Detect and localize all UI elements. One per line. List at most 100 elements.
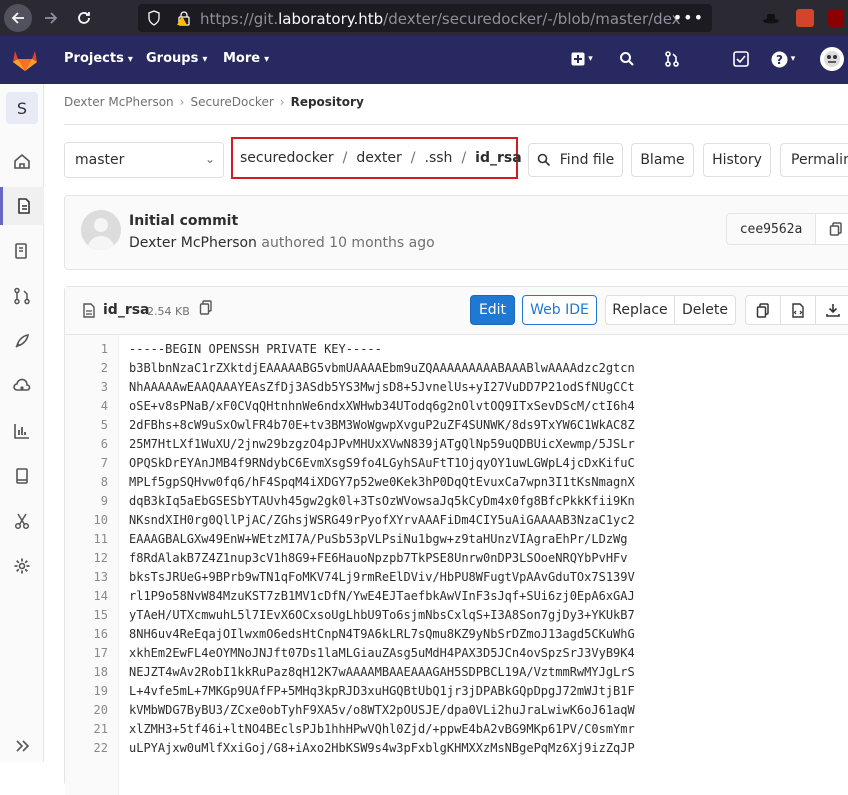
replace-button[interactable]: Replace	[605, 295, 675, 325]
line-number[interactable]: 21	[68, 722, 108, 736]
default-avatar-icon	[81, 210, 121, 250]
line-number[interactable]: 1	[68, 342, 108, 356]
sidebar-item-settings[interactable]	[0, 547, 44, 585]
line-number[interactable]: 22	[68, 741, 108, 755]
code-line: OPQSkDrEYAnJMB4f9RNdybC6EvmXsgS9fo4LGyhS…	[129, 456, 635, 470]
sidebar-item-operations[interactable]	[0, 367, 44, 405]
merge-requests-button[interactable]	[656, 49, 688, 69]
commit-author[interactable]: Dexter McPherson	[129, 235, 257, 251]
sidebar-item-project[interactable]	[0, 142, 44, 180]
delete-button[interactable]: Delete	[674, 295, 736, 325]
project-avatar[interactable]: S	[6, 92, 38, 124]
edit-button[interactable]: Edit	[470, 295, 515, 325]
line-number[interactable]: 19	[68, 684, 108, 698]
breadcrumb-current[interactable]: Repository	[291, 95, 364, 109]
back-button[interactable]	[4, 4, 32, 32]
copy-contents-button[interactable]	[745, 295, 781, 325]
sidebar-collapse-toggle[interactable]	[0, 731, 44, 761]
commit-title[interactable]: Initial commit	[129, 213, 238, 229]
lock-warning-icon[interactable]	[176, 10, 192, 26]
file-name: id_rsa	[103, 302, 150, 318]
code-line: f8RdAlakB7Z4Z1nup3cV1h8G9+FE6HauoNpzpb7T…	[129, 551, 628, 565]
commit-sha[interactable]: cee9562a	[726, 213, 816, 245]
scissors-icon	[14, 513, 30, 530]
commit-meta: authored 10 months ago	[261, 235, 435, 251]
code-line: MPLf5gpSQHvw0fq6/hF4SpqM4iXDGY7p52we0Kek…	[129, 475, 635, 489]
line-number[interactable]: 6	[68, 437, 108, 451]
line-number[interactable]: 8	[68, 475, 108, 489]
url-text[interactable]: https://git.laboratory.htb/dexter/secure…	[200, 10, 680, 28]
file-header: id_rsa 2.54 KB Edit Web IDE Replace Dele…	[65, 287, 848, 335]
line-number[interactable]: 20	[68, 703, 108, 717]
line-number[interactable]: 11	[68, 532, 108, 546]
sidebar-item-merge-requests[interactable]	[0, 277, 44, 315]
web-ide-button[interactable]: Web IDE	[522, 295, 597, 325]
author-avatar[interactable]	[81, 210, 121, 250]
line-number[interactable]: 16	[68, 627, 108, 641]
gitlab-logo-icon[interactable]	[12, 48, 38, 72]
url-bar[interactable]: https://git.laboratory.htb/dexter/secure…	[138, 4, 712, 32]
line-number[interactable]: 2	[68, 361, 108, 375]
line-number[interactable]: 3	[68, 380, 108, 394]
sidebar-item-wiki[interactable]	[0, 457, 44, 495]
line-number[interactable]: 5	[68, 418, 108, 432]
line-number[interactable]: 15	[68, 608, 108, 622]
ublock-extension-icon[interactable]	[828, 9, 844, 27]
forward-button[interactable]	[37, 4, 65, 32]
line-number[interactable]: 10	[68, 513, 108, 527]
line-number[interactable]: 18	[68, 665, 108, 679]
line-number[interactable]: 14	[68, 589, 108, 603]
line-number[interactable]: 17	[68, 646, 108, 660]
line-number[interactable]: 12	[68, 551, 108, 565]
line-number[interactable]: 13	[68, 570, 108, 584]
groups-menu[interactable]: Groups ▾	[146, 51, 207, 66]
breadcrumb: Dexter McPherson › SecureDocker › Repository	[64, 95, 364, 109]
search-button[interactable]	[617, 49, 637, 69]
chart-icon	[14, 424, 29, 439]
merge-request-icon	[665, 51, 679, 67]
sidebar-item-repository[interactable]	[0, 187, 44, 225]
breadcrumb-project[interactable]: SecureDocker	[190, 95, 273, 109]
breadcrumb-separator: ›	[279, 95, 285, 109]
line-number[interactable]: 7	[68, 456, 108, 470]
page-actions-menu[interactable]: •••	[673, 8, 704, 27]
more-menu[interactable]: More ▾	[223, 51, 269, 66]
user-avatar-icon	[824, 51, 840, 67]
path-segment[interactable]: dexter	[356, 150, 401, 166]
find-file-button[interactable]: Find file	[528, 143, 623, 177]
path-segment[interactable]: securedocker	[240, 150, 334, 166]
projects-menu[interactable]: Projects ▾	[64, 51, 133, 66]
reload-button[interactable]	[70, 4, 98, 32]
user-avatar[interactable]	[820, 47, 844, 71]
gear-icon	[14, 558, 30, 574]
sidebar-item-ci-cd[interactable]	[0, 322, 44, 360]
sidebar-item-issues[interactable]	[0, 232, 44, 270]
sidebar-item-snippets[interactable]	[0, 502, 44, 540]
new-dropdown[interactable]: ▾	[566, 49, 598, 69]
branch-selector[interactable]: master ⌄	[64, 142, 224, 178]
main-content: Dexter McPherson › SecureDocker › Repository…	[44, 84, 848, 795]
permalink-button[interactable]: Permalink	[780, 143, 848, 177]
file-size: 2.54 KB	[147, 305, 190, 318]
line-number[interactable]: 9	[68, 494, 108, 508]
copy-sha-button[interactable]	[816, 213, 848, 245]
copy-path-button[interactable]	[199, 300, 213, 319]
code-line: EAAAGBALGXw49EnW+WEtzMI7A/PuSb53pVLPsiNu…	[129, 532, 628, 546]
help-menu[interactable]: ? ▾	[767, 49, 799, 69]
path-segment[interactable]: .ssh	[425, 150, 453, 166]
open-raw-button[interactable]	[780, 295, 816, 325]
history-button[interactable]: History	[703, 143, 771, 177]
blame-button[interactable]: Blame	[631, 143, 694, 177]
sidebar-item-analytics[interactable]	[0, 412, 44, 450]
line-number[interactable]: 4	[68, 399, 108, 413]
shield-icon[interactable]	[148, 10, 160, 26]
download-button[interactable]	[815, 295, 848, 325]
foxy-extension-icon[interactable]	[796, 9, 814, 27]
path-segment-current[interactable]: id_rsa	[475, 150, 522, 166]
breadcrumb-user[interactable]: Dexter McPherson	[64, 95, 174, 109]
todos-button[interactable]	[731, 49, 751, 69]
hat-extension-icon[interactable]	[762, 9, 780, 27]
document-icon	[17, 198, 30, 214]
double-chevron-right-icon	[16, 740, 30, 752]
chevron-down-icon: ⌄	[204, 152, 215, 166]
